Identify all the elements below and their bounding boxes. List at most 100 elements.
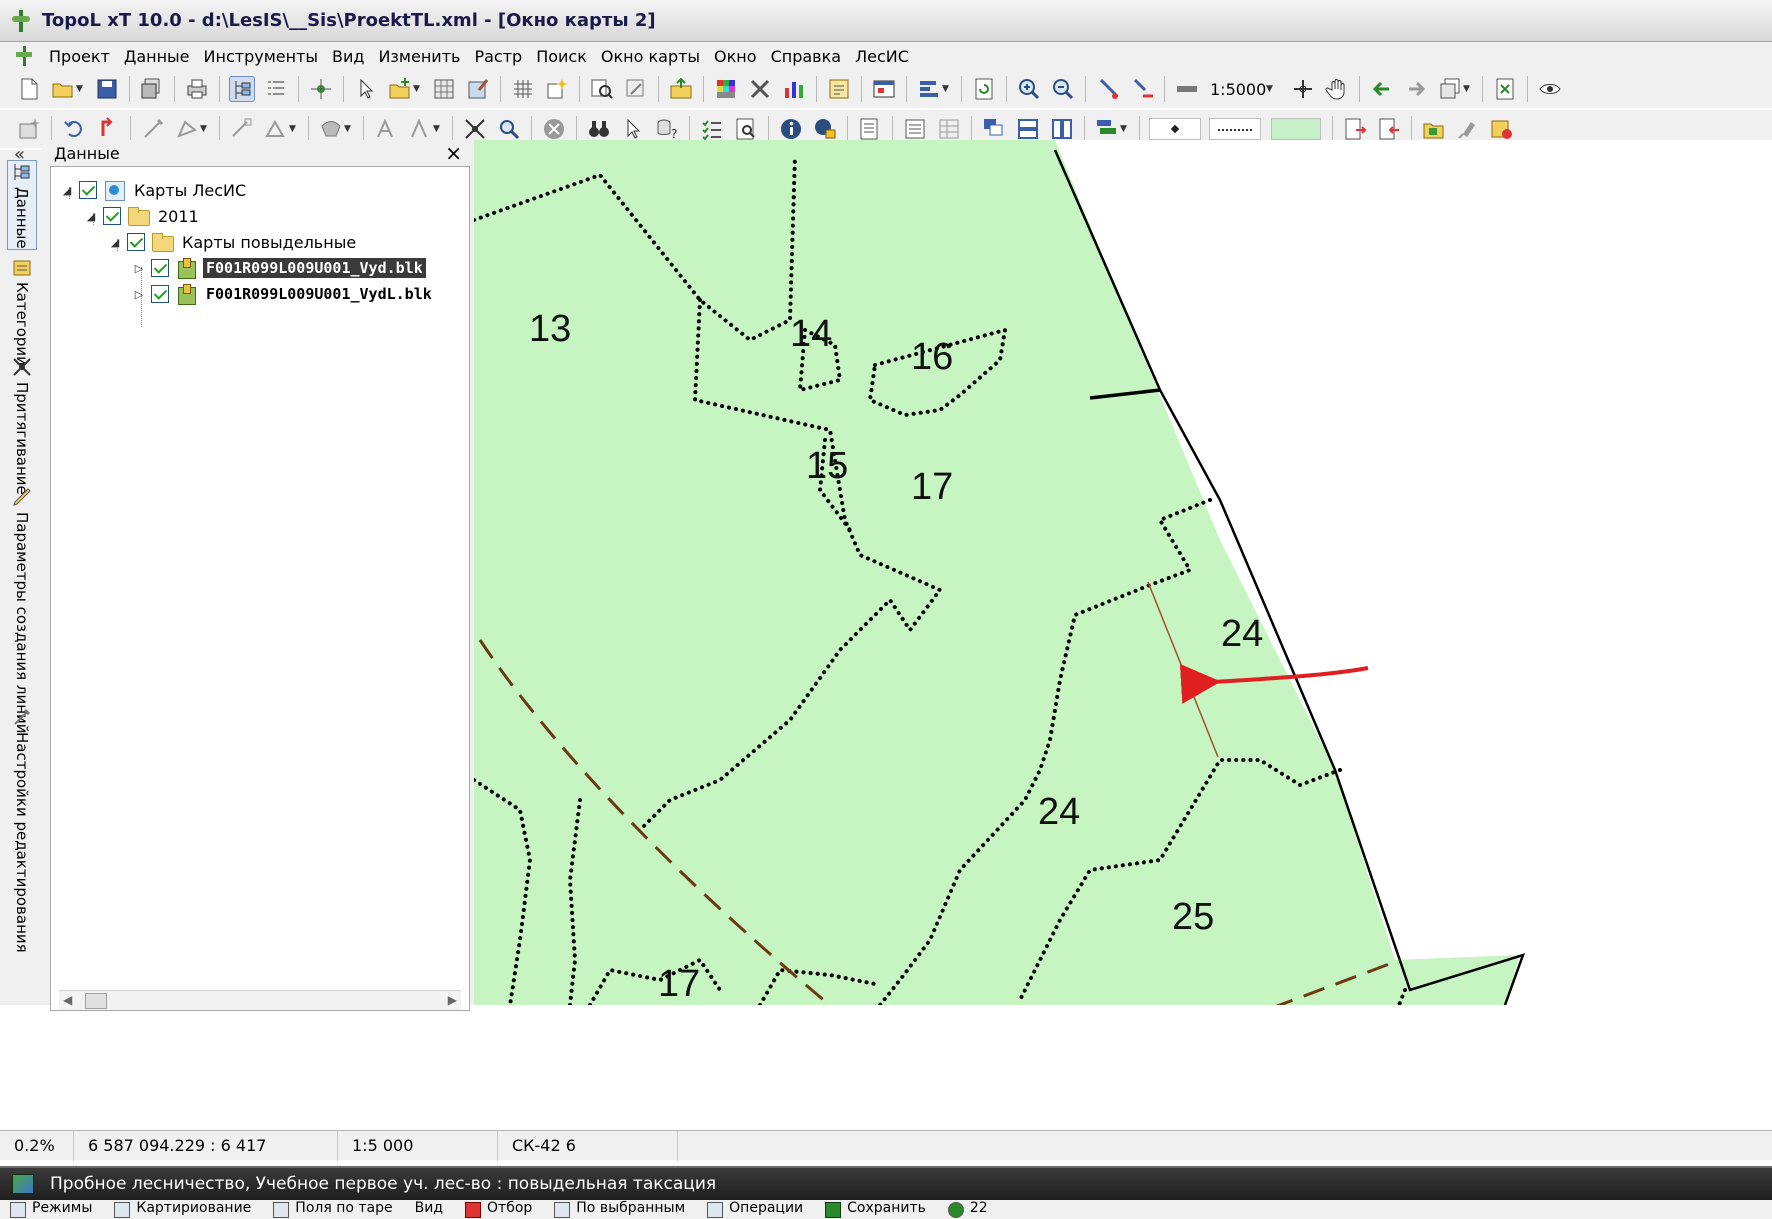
- menu-lesis[interactable]: ЛесИС: [848, 47, 916, 66]
- zoom-layer-in-icon[interactable]: [1095, 76, 1121, 102]
- side-tab-edit-settings[interactable]: Настройки редактирования: [7, 706, 37, 953]
- menu-project[interactable]: Проект: [42, 47, 117, 66]
- edit-dropdown-icon[interactable]: ▼: [289, 124, 299, 134]
- scroll-right-icon[interactable]: ▶: [448, 993, 457, 1007]
- counter-button[interactable]: 22: [947, 1200, 988, 1219]
- preview-icon[interactable]: [733, 116, 759, 142]
- map-canvas[interactable]: 13 14 16 15 17 24 24 25 17 27: [474, 140, 1772, 1005]
- menu-view[interactable]: Вид: [325, 47, 371, 66]
- scroll-left-icon[interactable]: ◀: [63, 993, 72, 1007]
- cascade-icon[interactable]: [981, 116, 1007, 142]
- list-view-icon[interactable]: [263, 76, 289, 102]
- pan-center-icon[interactable]: [1290, 76, 1316, 102]
- query-db-icon[interactable]: ?: [654, 116, 680, 142]
- menu-app-icon[interactable]: [14, 45, 36, 67]
- find-object-icon[interactable]: [589, 76, 615, 102]
- back-arrow-icon[interactable]: [1369, 76, 1395, 102]
- text-dropdown-icon[interactable]: ▼: [433, 124, 443, 134]
- collapse-tree-icon[interactable]: ◢: [59, 184, 75, 197]
- grid-icon[interactable]: [510, 76, 536, 102]
- tree-item-vydl-layer[interactable]: ▷ F001R099L009U001_VydL.blk: [131, 281, 435, 307]
- palette-icon[interactable]: [713, 76, 739, 102]
- refresh-icon[interactable]: [971, 76, 997, 102]
- fields-button[interactable]: Поля по таре: [273, 1200, 393, 1219]
- pan-hand-icon[interactable]: [1324, 76, 1350, 102]
- side-tab-data[interactable]: Данные: [7, 160, 37, 250]
- align-icon[interactable]: [916, 76, 942, 102]
- edit-shape-icon[interactable]: [263, 116, 289, 142]
- checklist-icon[interactable]: [699, 116, 725, 142]
- menu-help[interactable]: Справка: [764, 47, 849, 66]
- search-icon[interactable]: [496, 116, 522, 142]
- table-icon[interactable]: [871, 76, 897, 102]
- draw-line-icon[interactable]: [140, 116, 166, 142]
- side-tab-snap[interactable]: Притягивание: [7, 356, 37, 495]
- cancel-icon[interactable]: [541, 116, 567, 142]
- redo-red-icon[interactable]: [95, 116, 121, 142]
- tools-icon[interactable]: [747, 76, 773, 102]
- visibility-checkbox[interactable]: [79, 181, 97, 199]
- new-grid-icon[interactable]: [544, 76, 570, 102]
- tree-item-vyd-layer[interactable]: ▷ F001R099L009U001_Vyd.blk: [131, 255, 426, 281]
- visibility-checkbox[interactable]: [103, 207, 121, 225]
- menu-window[interactable]: Окно: [707, 47, 764, 66]
- zoom-in-icon[interactable]: [1016, 76, 1042, 102]
- area-label[interactable]: 25: [1172, 896, 1214, 938]
- side-tab-categories[interactable]: Категории: [7, 256, 37, 366]
- copy-layers-icon[interactable]: [139, 76, 165, 102]
- by-selected-button[interactable]: По выбранным: [554, 1200, 685, 1219]
- layout-icon-1[interactable]: [902, 116, 928, 142]
- close-icon[interactable]: ×: [445, 140, 462, 166]
- binoculars-icon[interactable]: [586, 116, 612, 142]
- report-icon[interactable]: [857, 116, 883, 142]
- tree-item-lesis-maps[interactable]: ◢ Карты ЛесИС: [59, 177, 249, 203]
- forest-area[interactable]: [474, 140, 1520, 1005]
- map-svg[interactable]: 13 14 16 15 17 24 24 25 17 27: [474, 140, 1772, 1005]
- side-tab-line-params[interactable]: Параметры создания линий: [7, 486, 37, 734]
- scroll-thumb[interactable]: [85, 993, 107, 1009]
- draw-dropdown-icon[interactable]: ▼: [200, 124, 210, 134]
- area-label[interactable]: 14: [790, 313, 832, 355]
- new-object-icon[interactable]: [16, 116, 42, 142]
- eye-icon[interactable]: [1537, 76, 1563, 102]
- arrange-icon[interactable]: [1094, 116, 1120, 142]
- area-label[interactable]: 15: [806, 445, 848, 487]
- menu-search[interactable]: Поиск: [529, 47, 594, 66]
- view-dropdown-icon[interactable]: ▼: [1463, 84, 1473, 94]
- open-folder-icon[interactable]: [50, 76, 76, 102]
- menu-data[interactable]: Данные: [117, 47, 197, 66]
- move-object-icon[interactable]: [318, 116, 344, 142]
- tree-view-icon[interactable]: [229, 76, 255, 102]
- replace-object-icon[interactable]: [623, 76, 649, 102]
- new-file-icon[interactable]: [16, 76, 42, 102]
- save-icon[interactable]: [94, 76, 120, 102]
- area-label[interactable]: 24: [1221, 613, 1263, 655]
- tree-item-plot-maps[interactable]: ◢ Карты повыдельные: [107, 229, 359, 255]
- select-layer-icon[interactable]: [353, 76, 379, 102]
- tile-horizontal-icon[interactable]: [1015, 116, 1041, 142]
- filter-button[interactable]: Отбор: [465, 1200, 532, 1219]
- intersect-icon[interactable]: [462, 116, 488, 142]
- modes-button[interactable]: Режимы: [10, 1200, 92, 1219]
- view-copy-icon[interactable]: [1437, 76, 1463, 102]
- import-doc-icon[interactable]: [1376, 116, 1402, 142]
- area-label[interactable]: 17: [658, 963, 700, 1005]
- layout-icon-2[interactable]: [936, 116, 962, 142]
- visibility-checkbox[interactable]: [151, 259, 169, 277]
- chart-icon[interactable]: [781, 76, 807, 102]
- line-style-selector[interactable]: [1209, 118, 1261, 140]
- menu-map-window[interactable]: Окно карты: [594, 47, 707, 66]
- forward-arrow-icon[interactable]: [1403, 76, 1429, 102]
- menu-raster[interactable]: Растр: [467, 47, 529, 66]
- point-style-selector[interactable]: [1149, 118, 1201, 140]
- visibility-checkbox[interactable]: [151, 285, 169, 303]
- map-settings-icon[interactable]: [1489, 116, 1515, 142]
- zoom-out-icon[interactable]: [1050, 76, 1076, 102]
- text-edit-icon[interactable]: [407, 116, 433, 142]
- export-icon[interactable]: [668, 76, 694, 102]
- area-label[interactable]: 17: [911, 466, 953, 508]
- area-label[interactable]: 16: [911, 336, 953, 378]
- export-doc-icon[interactable]: [1342, 116, 1368, 142]
- draw-polygon-icon[interactable]: [174, 116, 200, 142]
- expand-tree-icon[interactable]: ▷: [131, 288, 147, 301]
